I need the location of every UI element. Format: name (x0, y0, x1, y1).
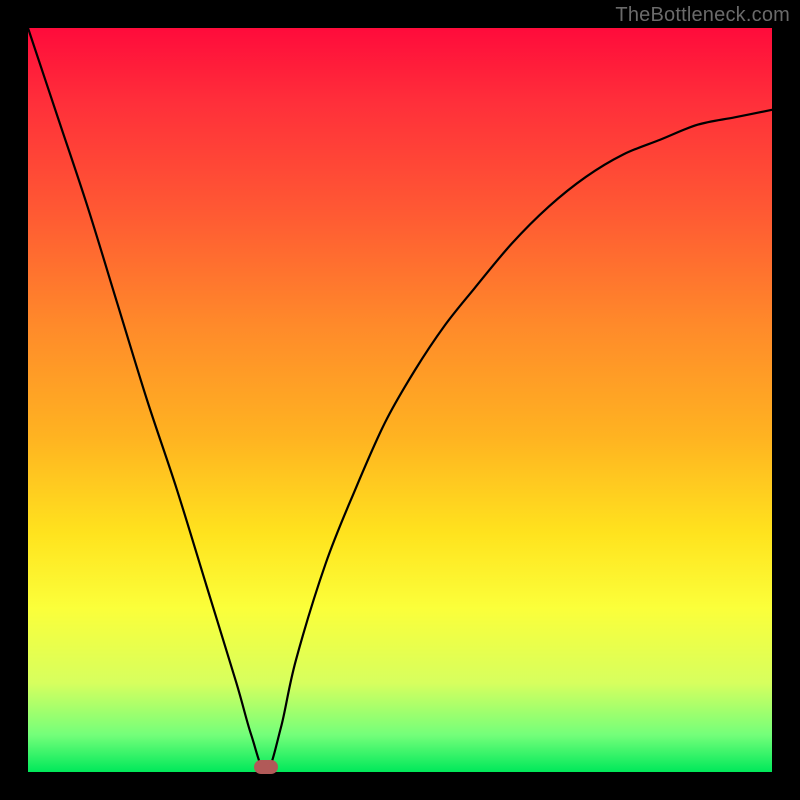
bottleneck-curve (28, 28, 772, 772)
chart-frame: TheBottleneck.com (0, 0, 800, 800)
optimum-marker (254, 760, 278, 774)
plot-area (28, 28, 772, 772)
watermark-text: TheBottleneck.com (615, 4, 790, 27)
